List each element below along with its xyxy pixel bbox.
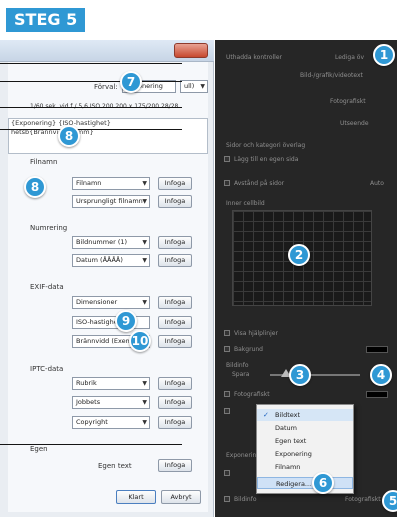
panel-text: Uthadda kontroller	[226, 54, 283, 61]
panel-text: Bildinfo	[234, 496, 257, 503]
callout-badge-3: 3	[289, 364, 311, 386]
chevron-down-icon: ▼	[142, 299, 147, 306]
step-heading: STEG 5	[6, 8, 86, 32]
panel-section-header: Utseende	[340, 120, 369, 127]
insert-button[interactable]: Infoga	[158, 236, 192, 249]
iso-speed-select[interactable]: ISO-hastighet	[72, 316, 150, 329]
insert-button[interactable]: Infoga	[158, 195, 192, 208]
checkbox[interactable]	[224, 180, 230, 186]
panel-text: Auto	[370, 180, 384, 187]
insert-custom-text-button[interactable]: Infoga	[158, 459, 192, 472]
chevron-down-icon: ▼	[142, 180, 147, 187]
section-label-custom: Egen	[30, 445, 48, 453]
section-label-iptc: IPTC-data	[30, 365, 64, 373]
callout-badge-2: 2	[288, 244, 310, 266]
panel-row[interactable]	[0, 431, 182, 445]
callout-badge-6: 6	[312, 472, 334, 494]
custom-text-label: Egen text	[98, 462, 132, 470]
panel-text: Bakgrund	[234, 346, 263, 353]
menu-item-filename[interactable]: Filnamn	[257, 461, 353, 473]
callout-badge-10: 10	[129, 330, 151, 352]
insert-button[interactable]: Infoga	[158, 416, 192, 429]
insert-button[interactable]: Infoga	[158, 296, 192, 309]
checkbox[interactable]	[224, 391, 230, 397]
chevron-down-icon: ▼	[142, 257, 147, 264]
callout-badge-7: 7	[120, 71, 142, 93]
image-number-select[interactable]: Bildnummer (1) ▼	[72, 236, 150, 249]
checkbox[interactable]	[224, 496, 230, 502]
chevron-down-icon: ▼	[142, 419, 147, 426]
callout-badge-8-filename: 8	[24, 176, 46, 198]
chevron-down-icon: ▼	[142, 239, 147, 246]
done-button[interactable]: Klart	[116, 490, 156, 504]
checkmark-icon: ✓	[263, 411, 269, 419]
insert-button[interactable]: Infoga	[158, 254, 192, 267]
filename-select[interactable]: Filnamn ▼	[72, 177, 150, 190]
insert-button[interactable]: Infoga	[158, 177, 192, 190]
menu-item-edit[interactable]: Redigera...	[257, 477, 353, 489]
panel-text: Exponering	[226, 452, 261, 459]
panel-section-header: Fotografiskt	[330, 98, 366, 105]
preset-select-tail[interactable]: ull) ▼	[180, 80, 208, 93]
panel-text: Bildinfo	[226, 362, 249, 369]
chevron-down-icon: ▼	[142, 198, 147, 205]
panel-row[interactable]	[0, 94, 182, 108]
callout-badge-5: 5	[382, 490, 397, 512]
checkbox[interactable]	[224, 330, 230, 336]
panel-text: Fotografiskt	[345, 496, 381, 503]
panel-text: Lediga öv	[335, 54, 365, 61]
panel-row	[0, 50, 182, 64]
dimensions-select[interactable]: Dimensioner ▼	[72, 296, 150, 309]
insert-button[interactable]: Infoga	[158, 396, 192, 409]
section-label-filename: Filnamn	[30, 158, 58, 166]
panel-text: Visa hjälplinjer	[234, 330, 278, 337]
callout-badge-1: 1	[373, 44, 395, 66]
menu-item-custom-text[interactable]: Egen text	[257, 435, 353, 447]
text-options-menu: ✓ Bildtext Datum Egen text Exponering Fi…	[256, 404, 354, 494]
panel-text: Avstånd på sidor	[234, 180, 285, 187]
checkbox[interactable]	[224, 346, 230, 352]
checkbox[interactable]	[224, 156, 230, 162]
panel-text: Fotografiskt	[234, 391, 270, 398]
checkbox[interactable]	[224, 408, 230, 414]
date-select[interactable]: Datum (ÅÅÅÅ) ▼	[72, 254, 150, 267]
color-swatch[interactable]	[366, 391, 388, 398]
panel-row[interactable]	[0, 116, 182, 130]
panel-text: Inner cellbild	[226, 200, 265, 207]
callout-badge-4: 4	[370, 364, 392, 386]
chevron-down-icon: ▼	[142, 380, 147, 387]
panel-text: Sidor och kategori överlag	[226, 142, 306, 149]
callout-badge-9: 9	[115, 310, 137, 332]
headline-select[interactable]: Rubrik ▼	[72, 377, 150, 390]
section-label-numbering: Numrering	[30, 224, 68, 232]
original-filename-select[interactable]: Ursprungligt filnamn ▼	[72, 195, 150, 208]
panel-text: Spara	[232, 371, 250, 378]
insert-button[interactable]: Infoga	[158, 377, 192, 390]
chevron-down-icon: ▼	[142, 399, 147, 406]
insert-button[interactable]: Infoga	[158, 335, 192, 348]
section-label-exif: EXIF-data	[30, 283, 64, 291]
panel-section-header: Bild-/grafik/videotext	[300, 72, 363, 79]
copyright-select[interactable]: Copyright ▼	[72, 416, 150, 429]
insert-button[interactable]: Infoga	[158, 316, 192, 329]
cancel-button[interactable]: Avbryt	[161, 490, 201, 504]
panel-row[interactable]	[0, 68, 182, 82]
chevron-down-icon: ▼	[200, 83, 205, 90]
color-swatch[interactable]	[366, 346, 388, 353]
job-select[interactable]: Jobbets ▼	[72, 396, 150, 409]
preset-label: Förval:	[94, 83, 118, 91]
menu-item-caption[interactable]: ✓ Bildtext	[257, 409, 353, 421]
panel-text: Lägg till en egen sida	[234, 156, 299, 163]
callout-badge-8-preview: 8	[58, 125, 80, 147]
menu-item-exposure[interactable]: Exponering	[257, 448, 353, 460]
checkbox[interactable]	[224, 470, 230, 476]
menu-item-date[interactable]: Datum	[257, 422, 353, 434]
